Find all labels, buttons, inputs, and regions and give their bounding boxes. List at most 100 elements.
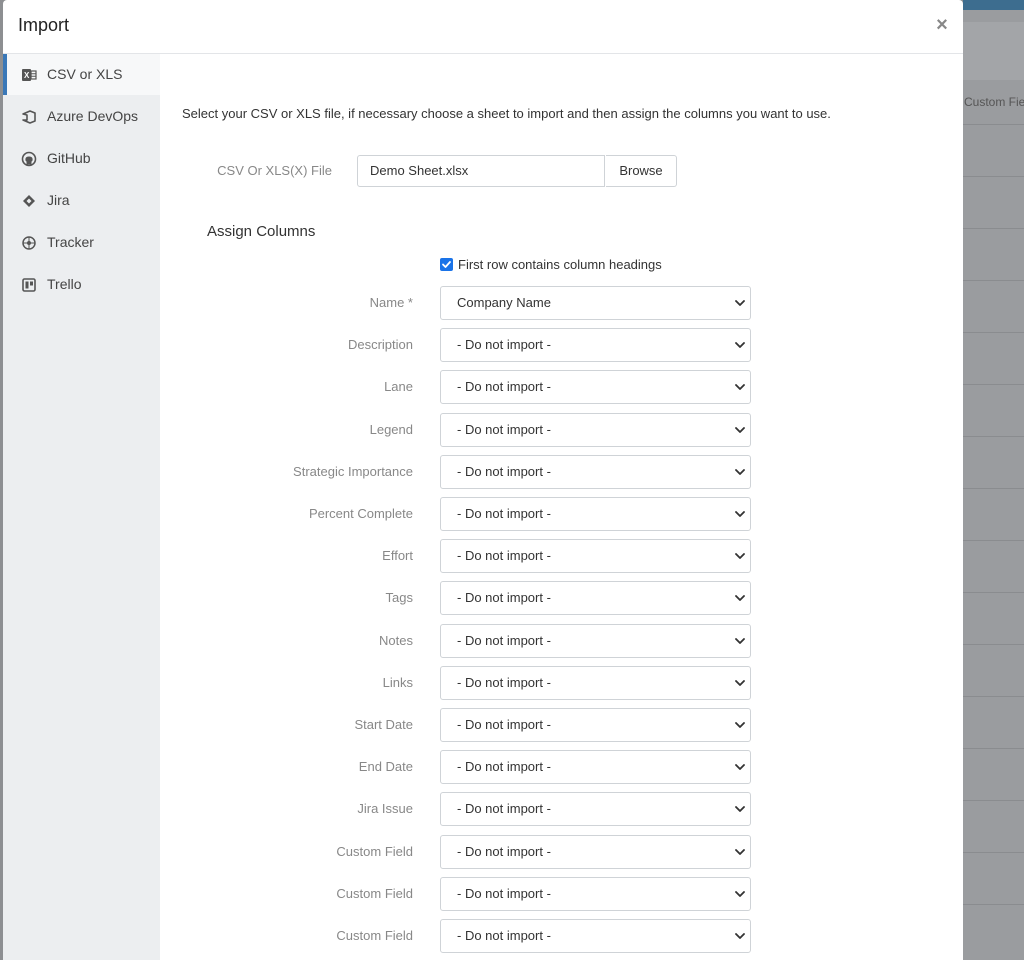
background-app: Custom Fie xyxy=(963,0,1024,960)
column-mapping-row: Percent Complete - Do not import - xyxy=(160,497,963,531)
background-row-line xyxy=(963,800,1024,801)
select-value: - Do not import - xyxy=(457,633,551,648)
column-mapping-label: Custom Field xyxy=(336,844,413,859)
sidebar-item-trello[interactable]: Trello xyxy=(3,264,160,305)
column-mapping-row: Effort - Do not import - xyxy=(160,539,963,573)
background-row-line xyxy=(963,748,1024,749)
sidebar-item-label: Jira xyxy=(47,192,70,208)
background-row-line xyxy=(963,228,1024,229)
column-mapping-row: Custom Field - Do not import - xyxy=(160,919,963,953)
modal-header: Import × xyxy=(3,0,963,54)
select-value: Company Name xyxy=(457,295,551,310)
column-mapping-select[interactable]: - Do not import - xyxy=(440,877,751,911)
select-value: - Do not import - xyxy=(457,548,551,563)
column-mapping-label: Legend xyxy=(369,422,413,437)
first-row-headings-checkbox[interactable] xyxy=(440,258,453,271)
select-value: - Do not import - xyxy=(457,337,551,352)
column-mapping-select[interactable]: Company Name xyxy=(440,286,751,320)
column-mapping-label: Links xyxy=(382,675,413,690)
column-mapping-select[interactable]: - Do not import - xyxy=(440,497,751,531)
select-value: - Do not import - xyxy=(457,844,551,859)
column-mapping-label: Description xyxy=(347,337,413,352)
background-header-text: Custom Fie xyxy=(964,95,1024,109)
select-value: - Do not import - xyxy=(457,675,551,690)
column-mapping-label: Lane xyxy=(384,379,413,394)
column-mapping-row: Custom Field - Do not import - xyxy=(160,877,963,911)
column-mapping-label: Effort xyxy=(382,548,413,563)
column-mapping-select[interactable]: - Do not import - xyxy=(440,919,751,953)
column-mapping-row: Notes - Do not import - xyxy=(160,624,963,658)
column-mapping-row: End Date - Do not import - xyxy=(160,750,963,784)
sidebar-item-tracker[interactable]: Tracker xyxy=(3,222,160,263)
sidebar-item-jira[interactable]: Jira xyxy=(3,180,160,221)
select-value: - Do not import - xyxy=(457,464,551,479)
column-mapping-select[interactable]: - Do not import - xyxy=(440,539,751,573)
column-mapping-select[interactable]: - Do not import - xyxy=(440,835,751,869)
select-value: - Do not import - xyxy=(457,590,551,605)
column-mapping-select[interactable]: - Do not import - xyxy=(440,708,751,742)
import-content: Select your CSV or XLS file, if necessar… xyxy=(160,54,963,960)
column-mapping-row: Custom Field - Do not import - xyxy=(160,835,963,869)
intro-text: Select your CSV or XLS file, if necessar… xyxy=(182,106,831,121)
column-mapping-row: Description - Do not import - xyxy=(160,328,963,362)
background-row-line xyxy=(963,592,1024,593)
sidebar-item-label: CSV or XLS xyxy=(47,66,123,82)
tracker-icon xyxy=(21,235,37,251)
column-mapping-select[interactable]: - Do not import - xyxy=(440,328,751,362)
sidebar-item-label: Tracker xyxy=(47,234,94,250)
sidebar-item-github[interactable]: GitHub xyxy=(3,138,160,179)
column-mapping-label: Strategic Importance xyxy=(293,464,413,479)
background-row-line xyxy=(963,644,1024,645)
chevron-down-icon xyxy=(735,764,745,770)
chevron-down-icon xyxy=(735,427,745,433)
import-modal: Import × X CSV or XLS Azure DevOps GitHu… xyxy=(3,0,963,960)
chevron-down-icon xyxy=(735,680,745,686)
column-mapping-label: Notes xyxy=(379,633,413,648)
sidebar-item-azure-devops[interactable]: Azure DevOps xyxy=(3,96,160,137)
background-row-line xyxy=(963,124,1024,125)
select-value: - Do not import - xyxy=(457,506,551,521)
chevron-down-icon xyxy=(735,511,745,517)
background-row-line xyxy=(963,332,1024,333)
chevron-down-icon xyxy=(735,469,745,475)
column-mapping-label: Name * xyxy=(369,295,413,310)
column-mapping-select[interactable]: - Do not import - xyxy=(440,666,751,700)
chevron-down-icon xyxy=(735,806,745,812)
column-mapping-select[interactable]: - Do not import - xyxy=(440,370,751,404)
azure-devops-icon xyxy=(21,109,37,125)
column-mapping-row: Start Date - Do not import - xyxy=(160,708,963,742)
background-row-line xyxy=(963,488,1024,489)
column-mapping-row: Legend - Do not import - xyxy=(160,413,963,447)
sidebar-item-csv-xls[interactable]: X CSV or XLS xyxy=(3,54,160,95)
assign-columns-title: Assign Columns xyxy=(207,223,316,240)
file-label: CSV Or XLS(X) File xyxy=(217,163,332,178)
background-topbar xyxy=(963,0,1024,10)
column-mapping-select[interactable]: - Do not import - xyxy=(440,455,751,489)
column-mapping-label: Custom Field xyxy=(336,886,413,901)
trello-icon xyxy=(21,277,37,293)
file-input[interactable]: Demo Sheet.xlsx xyxy=(357,155,605,187)
chevron-down-icon xyxy=(735,300,745,306)
select-value: - Do not import - xyxy=(457,379,551,394)
column-mapping-label: End Date xyxy=(358,759,413,774)
close-button[interactable]: × xyxy=(932,14,952,38)
excel-icon: X xyxy=(21,67,37,83)
modal-title: Import xyxy=(18,15,70,35)
background-row-line xyxy=(963,436,1024,437)
column-mapping-select[interactable]: - Do not import - xyxy=(440,792,751,826)
column-mapping-select[interactable]: - Do not import - xyxy=(440,750,751,784)
chevron-down-icon xyxy=(735,595,745,601)
column-mapping-row: Strategic Importance - Do not import - xyxy=(160,455,963,489)
column-mapping-select[interactable]: - Do not import - xyxy=(440,581,751,615)
column-mapping-label: Custom Field xyxy=(336,928,413,943)
chevron-down-icon xyxy=(735,849,745,855)
column-mapping-select[interactable]: - Do not import - xyxy=(440,624,751,658)
chevron-down-icon xyxy=(735,638,745,644)
background-row-line xyxy=(963,384,1024,385)
column-mapping-select[interactable]: - Do not import - xyxy=(440,413,751,447)
first-row-headings-label: First row contains column headings xyxy=(458,257,662,272)
browse-button[interactable]: Browse xyxy=(606,155,677,187)
github-icon xyxy=(21,151,37,167)
sidebar-item-label: GitHub xyxy=(47,150,91,166)
column-mapping-label: Percent Complete xyxy=(308,506,413,521)
